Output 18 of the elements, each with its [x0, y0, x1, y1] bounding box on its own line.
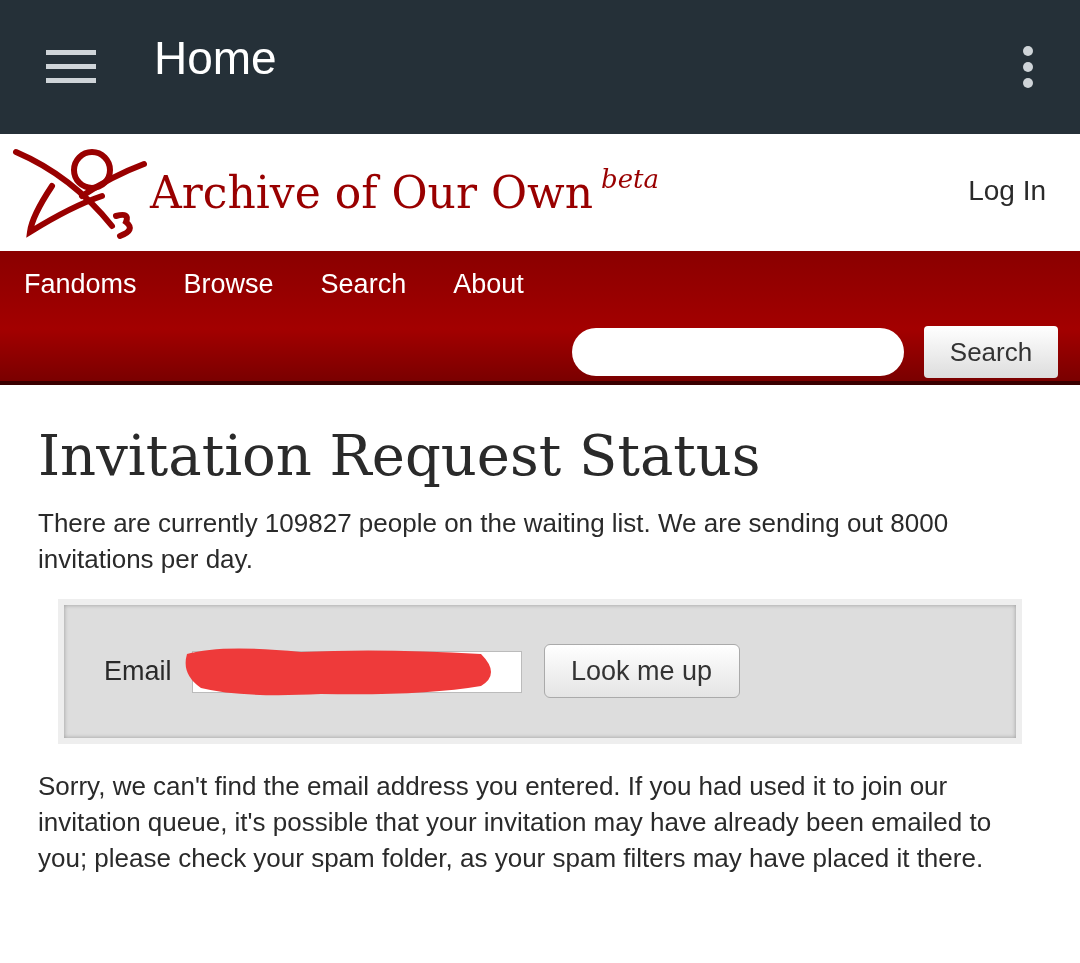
- beta-label: beta: [601, 163, 659, 196]
- nav-link[interactable]: Search: [320, 264, 407, 305]
- waiting-list-text: There are currently 109827 people on the waiting list. We are sending out 8000 invitations per day.: [38, 506, 950, 576]
- search-field[interactable]: [572, 328, 904, 376]
- nav-link[interactable]: Browse: [183, 264, 274, 305]
- app-bar-title: Home: [154, 30, 277, 86]
- search-button[interactable]: Search: [924, 326, 1058, 378]
- nav-link[interactable]: About: [453, 264, 524, 305]
- email-label: Email: [104, 654, 172, 688]
- site-title[interactable]: Archive of Our Own: [150, 160, 593, 226]
- nav-link[interactable]: Fandoms: [24, 264, 137, 305]
- look-me-up-button[interactable]: Look me up: [543, 644, 740, 699]
- menu-icon[interactable]: [46, 50, 96, 84]
- more-options-icon[interactable]: [1022, 45, 1034, 89]
- not-found-message: Sorry, we can't find the email address you entered. If you had used it to join our invitation queue, it's possible that your invitation may have already been emailed to you; please check your spam folder, as your spam filters may have placed it there.: [38, 769, 993, 875]
- logo-icon[interactable]: [12, 146, 148, 240]
- page-heading: Invitation Request Status: [38, 425, 762, 487]
- log-in-link[interactable]: Log In: [968, 170, 1046, 212]
